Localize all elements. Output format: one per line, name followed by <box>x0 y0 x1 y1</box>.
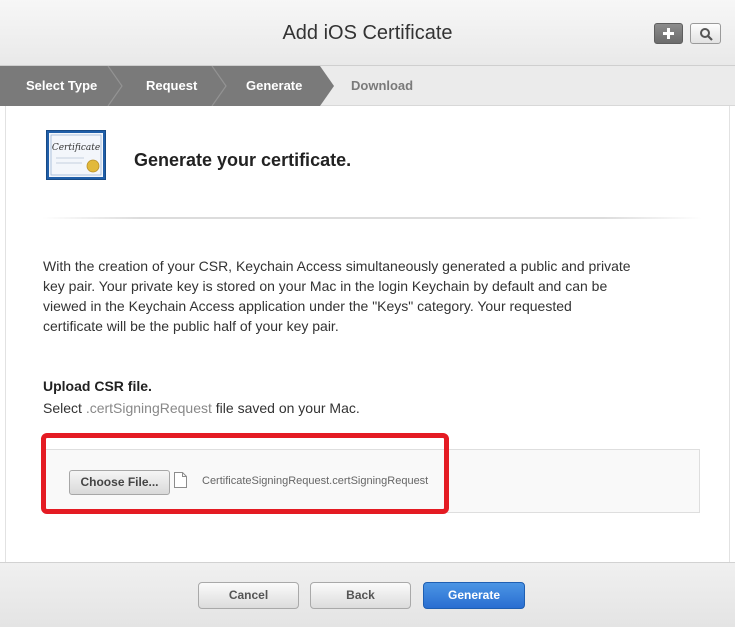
window-header: Add iOS Certificate <box>0 0 735 66</box>
back-button[interactable]: Back <box>310 582 411 609</box>
description-text: With the creation of your CSR, Keychain … <box>43 256 683 336</box>
certificate-icon: Certificate <box>46 130 106 180</box>
step-select-type: Select Type <box>26 78 98 93</box>
upload-instructions-suffix: file saved on your Mac. <box>211 400 360 416</box>
upload-title: Upload CSR file. <box>43 378 152 394</box>
cancel-button[interactable]: Cancel <box>198 582 299 609</box>
description-line: certificate will be the public half of y… <box>43 318 339 334</box>
svg-text:Certificate: Certificate <box>52 143 100 153</box>
step-download: Download <box>351 78 414 93</box>
description-line: viewed in the Keychain Access applicatio… <box>43 298 572 314</box>
search-button[interactable] <box>690 23 721 44</box>
divider <box>42 217 702 219</box>
progress-steps: Select Type Request Generate Download <box>0 66 735 106</box>
section-heading: Generate your certificate. <box>134 150 352 170</box>
page-title: Add iOS Certificate <box>282 22 453 44</box>
choose-file-button[interactable]: Choose File... <box>69 470 170 495</box>
file-extension: .certSigningRequest <box>85 400 212 416</box>
description-line: key pair. Your private key is stored on … <box>43 278 608 294</box>
search-icon <box>699 27 713 41</box>
document-icon <box>174 472 187 488</box>
selected-file-name: CertificateSigningRequest.certSigningReq… <box>202 475 429 487</box>
add-button[interactable] <box>654 23 683 44</box>
upload-instructions: Select .certSigningRequest file saved on… <box>43 400 360 416</box>
step-request: Request <box>146 78 198 93</box>
description-line: With the creation of your CSR, Keychain … <box>43 258 631 274</box>
plus-icon <box>663 28 674 39</box>
generate-button[interactable]: Generate <box>423 582 525 609</box>
step-generate: Generate <box>246 78 303 93</box>
upload-instructions-prefix: Select <box>43 400 86 416</box>
